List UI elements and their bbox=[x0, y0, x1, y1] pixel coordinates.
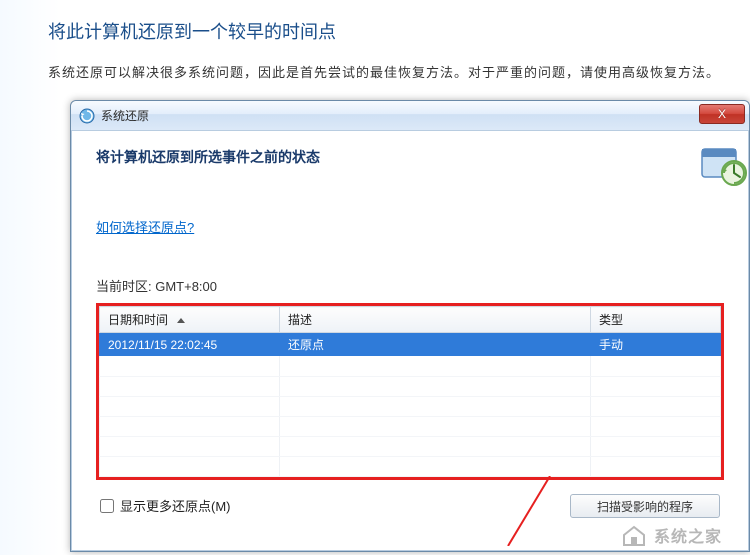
restore-points-highlight: 日期和时间 描述 类型 2012/11/15 22:02:45 还原点 手动 bbox=[96, 303, 724, 480]
column-header-description[interactable]: 描述 bbox=[280, 307, 591, 333]
page-heading: 将此计算机还原到一个较早的时间点 bbox=[48, 18, 750, 44]
window-body: 将计算机还原到所选事件之前的状态 如何选择还原点? 当前时区: GMT+8:00… bbox=[71, 131, 749, 551]
close-button[interactable]: X bbox=[699, 104, 745, 124]
cell-date: 2012/11/15 22:02:45 bbox=[100, 333, 280, 357]
column-header-type[interactable]: 类型 bbox=[591, 307, 721, 333]
table-row[interactable] bbox=[100, 376, 721, 396]
show-more-checkbox-wrap[interactable]: 显示更多还原点(M) bbox=[100, 496, 231, 515]
restore-points-table: 日期和时间 描述 类型 2012/11/15 22:02:45 还原点 手动 bbox=[99, 306, 721, 477]
body-title: 将计算机还原到所选事件之前的状态 bbox=[96, 147, 320, 167]
help-link[interactable]: 如何选择还原点? bbox=[96, 217, 194, 236]
sort-ascending-icon bbox=[177, 318, 185, 323]
cell-type: 手动 bbox=[591, 333, 721, 357]
show-more-checkbox[interactable] bbox=[100, 499, 114, 513]
page-description: 系统还原可以解决很多系统问题，因此是首先尝试的最佳恢复方法。对于严重的问题，请使… bbox=[48, 62, 750, 81]
table-row[interactable] bbox=[100, 436, 721, 456]
cell-description: 还原点 bbox=[280, 333, 591, 357]
restore-clock-icon bbox=[696, 139, 748, 191]
window-title: 系统还原 bbox=[101, 107, 149, 124]
scan-affected-programs-button[interactable]: 扫描受影响的程序 bbox=[570, 494, 720, 518]
table-row[interactable]: 2012/11/15 22:02:45 还原点 手动 bbox=[100, 333, 721, 357]
table-row[interactable] bbox=[100, 456, 721, 476]
titlebar: 系统还原 X bbox=[71, 101, 749, 131]
table-row[interactable] bbox=[100, 356, 721, 376]
table-row[interactable] bbox=[100, 396, 721, 416]
show-more-label: 显示更多还原点(M) bbox=[120, 496, 231, 515]
table-row[interactable] bbox=[100, 416, 721, 436]
column-header-date-label: 日期和时间 bbox=[108, 313, 168, 327]
close-icon: X bbox=[718, 107, 726, 121]
timezone-label: 当前时区: GMT+8:00 bbox=[96, 276, 724, 295]
system-restore-window: 系统还原 X 将计算机还原到所选事件之前的状态 如何选择还原点? 当前时区: G… bbox=[70, 100, 750, 552]
column-header-date[interactable]: 日期和时间 bbox=[100, 307, 280, 333]
system-restore-icon bbox=[79, 108, 95, 124]
